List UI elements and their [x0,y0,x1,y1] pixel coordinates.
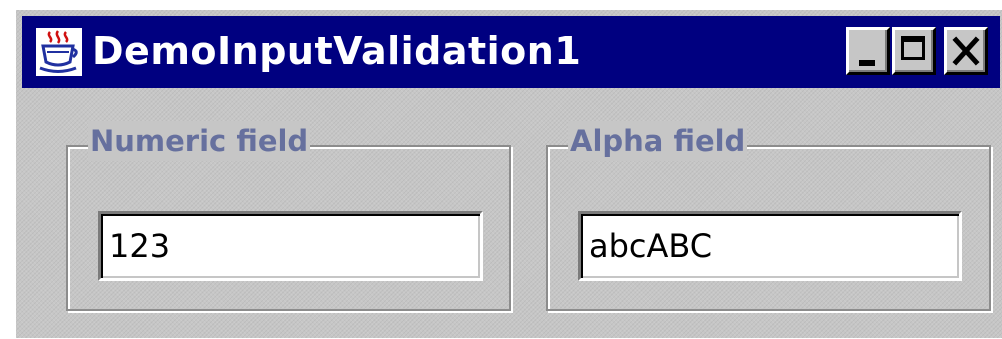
maximize-icon [901,36,925,60]
minimize-button[interactable] [846,27,890,75]
window-title: DemoInputValidation1 [92,29,582,73]
alpha-group-title: Alpha field [568,121,748,161]
maximize-button[interactable] [892,27,936,75]
numeric-field-group: Numeric field 123 [66,121,511,311]
alpha-input[interactable]: abcABC [578,211,962,281]
app-window: DemoInputValidation1 Numeric field 123 A… [14,8,1002,338]
close-icon [952,36,980,66]
close-button[interactable] [944,27,988,75]
alpha-field-group: Alpha field abcABC [546,121,991,311]
java-coffee-cup-icon[interactable] [36,28,82,76]
numeric-group-title: Numeric field [88,121,311,161]
minimize-icon [859,60,875,66]
title-bar[interactable]: DemoInputValidation1 [22,16,1000,88]
numeric-input[interactable]: 123 [98,211,483,281]
